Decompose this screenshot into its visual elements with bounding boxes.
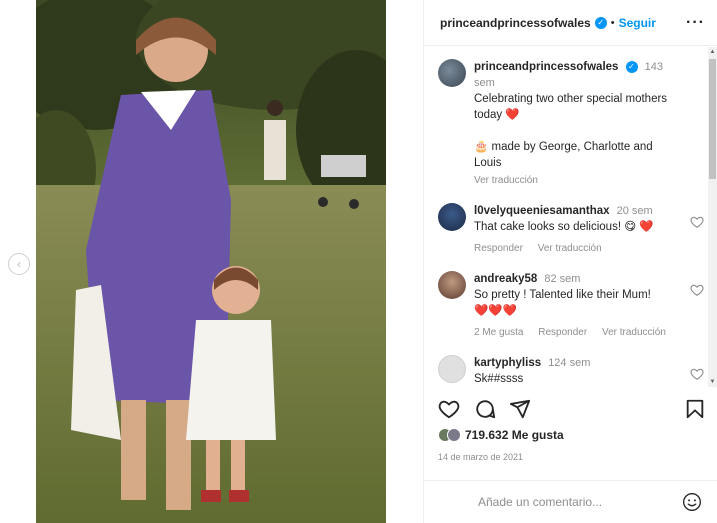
comment-text: Sk##ssss [474,373,524,385]
save-bookmark-icon[interactable] [684,398,706,420]
more-options-icon[interactable]: ··· [686,14,705,32]
avatar[interactable] [438,271,466,299]
like-comment-heart-icon[interactable] [690,367,704,381]
likes-count[interactable]: 719.632 Me gusta [465,428,564,442]
comment-username[interactable]: princeandprincessofwales [474,61,618,73]
share-paper-plane-icon[interactable] [509,398,531,420]
post-username[interactable]: princeandprincessofwales [440,16,591,30]
verified-badge-icon: ✓ [625,61,638,74]
comment-time[interactable]: 20 sem [617,205,653,217]
reply-link[interactable]: Responder [538,327,587,338]
comment-text: That cake looks so delicious! [474,221,622,233]
heart-emoji: ❤️ [505,109,520,121]
comment-item: andreaky58 82 sem So pretty ! Talented l… [438,271,708,341]
reply-link[interactable]: Responder [474,243,523,254]
caption: princeandprincessofwales ✓ 143 sem Celeb… [438,59,708,189]
liker-avatar[interactable] [447,428,461,442]
verified-badge-icon: ✓ [594,16,607,29]
comment-text: So pretty ! Talented like their Mum! [474,289,651,301]
comments-list[interactable]: princeandprincessofwales ✓ 143 sem Celeb… [424,47,708,387]
post-actions [438,396,708,424]
comment-emoji: 😋 ❤️ [624,221,654,233]
scrollbar-thumb[interactable] [709,59,716,179]
like-comment-heart-icon[interactable] [690,215,704,229]
comment-item: l0velyqueeniesamanthax 20 sem That cake … [438,203,708,257]
caption-text: Celebrating two other special mothers to… [474,93,668,121]
comments-scrollbar[interactable]: ▲ ▼ [708,47,717,387]
post-header: princeandprincessofwales ✓ • Seguir ··· [424,0,717,46]
see-translation-link[interactable]: Ver traducción [602,327,666,338]
avatar[interactable] [438,203,466,231]
comment-time[interactable]: 124 sem [548,357,590,369]
avatar[interactable] [438,59,466,87]
comment-emoji: ❤️❤️❤️ [474,305,517,317]
comment-username[interactable]: andreaky58 [474,273,537,285]
comment-username[interactable]: l0velyqueeniesamanthax [474,205,610,217]
post-date[interactable]: 14 de marzo de 2021 [438,452,523,462]
see-translation-link[interactable]: Ver traducción [474,175,538,186]
add-comment-input[interactable] [478,495,682,509]
post-photo[interactable] [36,0,386,523]
comment-bubble-icon[interactable] [474,398,496,420]
avatar[interactable] [438,355,466,383]
comment-time[interactable]: 82 sem [544,273,580,285]
photo-illustration [36,0,386,523]
likes-row: 719.632 Me gusta [438,428,564,442]
see-translation-link[interactable]: Ver traducción [538,243,602,254]
scroll-up-arrow-icon[interactable]: ▲ [709,48,716,56]
carousel-prev-button[interactable]: ‹ [8,253,30,275]
caption-text-2: made by George, Charlotte and Louis [474,141,653,169]
scroll-down-arrow-icon[interactable]: ▼ [709,378,716,386]
chevron-left-icon: ‹ [17,257,21,271]
separator-dot: • [610,16,615,29]
like-heart-icon[interactable] [438,398,460,420]
add-comment-bar [424,480,717,523]
emoji-smile-icon[interactable] [682,492,702,512]
post-sidebar: princeandprincessofwales ✓ • Seguir ··· … [423,0,717,523]
comment-item: kartyphyliss 124 sem Sk##ssss [438,355,708,387]
like-comment-heart-icon[interactable] [690,283,704,297]
comment-likes[interactable]: 2 Me gusta [474,327,523,338]
comment-username[interactable]: kartyphyliss [474,357,541,369]
post-media-area: ‹ [0,0,423,523]
follow-button[interactable]: Seguir [619,16,656,30]
cake-emoji: 🎂 [474,141,489,153]
